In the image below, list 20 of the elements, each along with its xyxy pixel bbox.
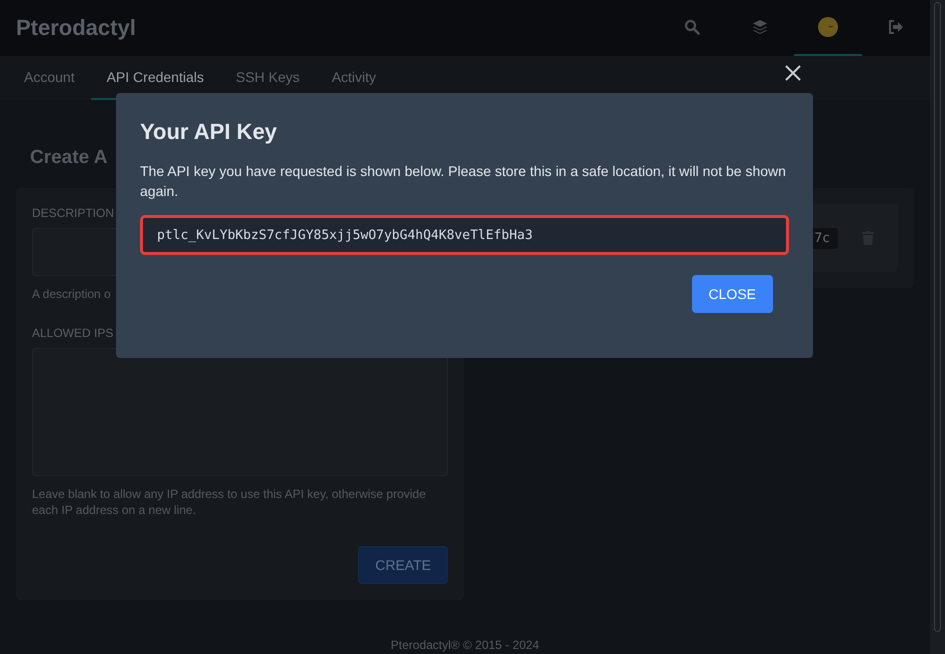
field-label: ALLOWED IPS xyxy=(32,326,114,340)
close-button[interactable]: CLOSE xyxy=(692,275,773,313)
close-icon[interactable] xyxy=(785,65,801,81)
scrollbar[interactable] xyxy=(930,0,945,654)
field-help-text: Leave blank to allow any IP address to use this API key, otherwise provide each IP address on a new line. xyxy=(32,486,427,518)
api-key-field[interactable]: ptlc_KvLYbKbzS7cfJGY85xjj5wO7ybG4hQ4K8veTlEfbHa3 xyxy=(140,215,789,255)
tab[interactable]: Account xyxy=(8,56,91,100)
allowed-ips-field[interactable] xyxy=(32,348,448,476)
field-help-text: A description o xyxy=(32,286,111,302)
brand-name[interactable]: Pterodactyl xyxy=(16,15,136,41)
section-heading: Create A xyxy=(30,146,108,170)
field-label: DESCRIPTION xyxy=(32,206,114,220)
footer-copyright: Pterodactyl® © 2015 - 2024 xyxy=(390,638,540,652)
sign-out-icon xyxy=(888,20,904,34)
avatar-icon xyxy=(818,17,838,37)
create-button[interactable]: CREATE xyxy=(358,546,448,584)
dialog-message: The API key you have requested is shown below. Please store this in a safe location, it will not be shown again. xyxy=(140,162,787,201)
dialog-title: Your API Key xyxy=(140,119,278,145)
search-icon xyxy=(684,19,700,35)
layers-icon xyxy=(752,19,768,35)
